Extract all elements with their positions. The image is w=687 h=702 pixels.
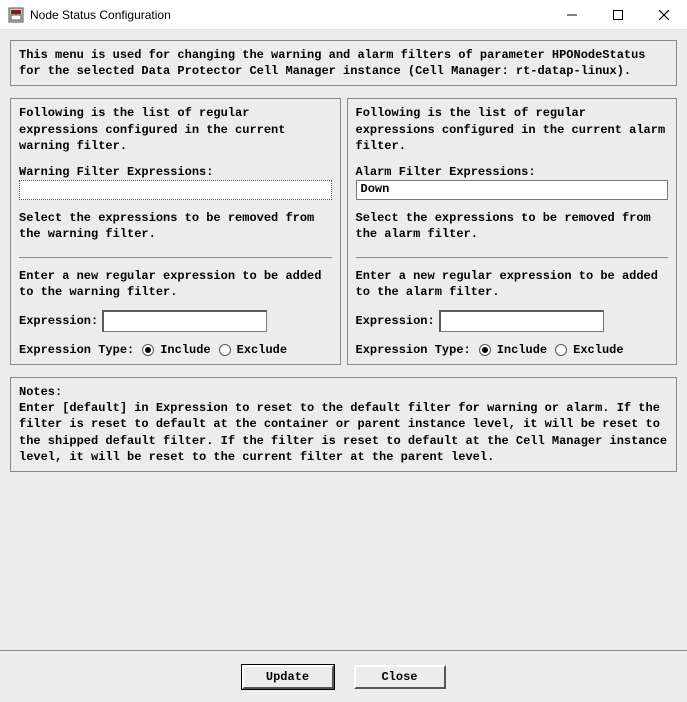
warning-add-hint: Enter a new regular expression to be add… — [19, 268, 332, 300]
warning-list-label: Warning Filter Expressions: — [19, 164, 332, 180]
warning-type-label: Expression Type: — [19, 342, 134, 358]
app-icon — [8, 7, 24, 23]
alarm-type-label: Expression Type: — [356, 342, 471, 358]
alarm-type-row: Expression Type: Include Exclude — [356, 342, 669, 358]
alarm-add-hint: Enter a new regular expression to be add… — [356, 268, 669, 300]
divider — [19, 257, 332, 258]
warning-list[interactable] — [19, 180, 332, 200]
alarm-expression-input[interactable] — [439, 310, 604, 332]
warning-exclude-radio[interactable] — [219, 344, 231, 356]
warning-expression-input[interactable] — [102, 310, 267, 332]
alarm-list-label: Alarm Filter Expressions: — [356, 164, 669, 180]
close-button[interactable]: Close — [354, 665, 446, 689]
notes-body: Enter [default] in Expression to reset t… — [19, 400, 668, 465]
alarm-include-label: Include — [497, 342, 547, 358]
warning-exclude-label: Exclude — [237, 342, 287, 358]
update-button[interactable]: Update — [242, 665, 334, 689]
notes-panel: Notes: Enter [default] in Expression to … — [10, 377, 677, 472]
alarm-expression-row: Expression: — [356, 310, 669, 332]
description-panel: This menu is used for changing the warni… — [10, 40, 677, 86]
footer-bar: Update Close — [0, 650, 687, 702]
warning-include-label: Include — [160, 342, 210, 358]
warning-intro: Following is the list of regular express… — [19, 105, 332, 154]
warning-type-row: Expression Type: Include Exclude — [19, 342, 332, 358]
alarm-remove-hint: Select the expressions to be removed fro… — [356, 210, 669, 242]
alarm-list[interactable]: Down — [356, 180, 669, 200]
window-title: Node Status Configuration — [30, 8, 549, 22]
alarm-panel: Following is the list of regular express… — [347, 98, 678, 365]
alarm-exclude-radio[interactable] — [555, 344, 567, 356]
maximize-button[interactable] — [595, 0, 641, 30]
alarm-expression-label: Expression: — [356, 313, 435, 329]
notes-label: Notes: — [19, 384, 668, 400]
alarm-exclude-label: Exclude — [573, 342, 623, 358]
alarm-include-radio[interactable] — [479, 344, 491, 356]
filter-columns: Following is the list of regular express… — [10, 98, 677, 365]
content-area: This menu is used for changing the warni… — [0, 30, 687, 650]
warning-panel: Following is the list of regular express… — [10, 98, 341, 365]
warning-remove-hint: Select the expressions to be removed fro… — [19, 210, 332, 242]
divider — [356, 257, 669, 258]
close-window-button[interactable] — [641, 0, 687, 30]
minimize-button[interactable] — [549, 0, 595, 30]
title-bar: Node Status Configuration — [0, 0, 687, 30]
description-text: This menu is used for changing the warni… — [19, 47, 668, 79]
warning-expression-label: Expression: — [19, 313, 98, 329]
warning-include-radio[interactable] — [142, 344, 154, 356]
warning-expression-row: Expression: — [19, 310, 332, 332]
alarm-intro: Following is the list of regular express… — [356, 105, 669, 154]
